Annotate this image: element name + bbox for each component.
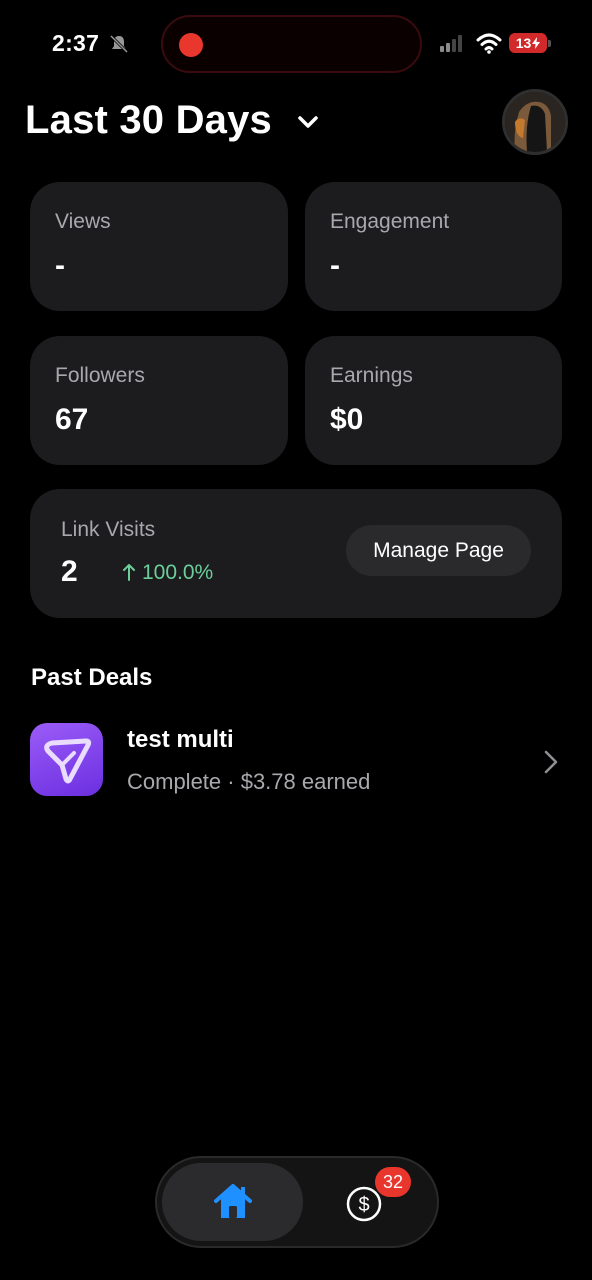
paper-plane-icon (44, 738, 92, 784)
manage-page-button[interactable]: Manage Page (346, 525, 531, 576)
recording-indicator (179, 33, 203, 57)
tab-earnings[interactable]: $ 32 (317, 1163, 432, 1241)
home-icon (214, 1184, 252, 1218)
signal-icon (440, 35, 462, 52)
avatar-image (505, 92, 565, 152)
link-visits-value: 2 (61, 555, 78, 588)
date-range-title[interactable]: Last 30 Days (25, 98, 272, 143)
deal-list-item[interactable]: test multi Complete · $3.78 earned (30, 720, 565, 804)
chevron-down-icon[interactable] (294, 110, 322, 134)
battery-indicator: 13 (509, 33, 551, 53)
views-label: Views (55, 210, 111, 233)
followers-value: 67 (55, 403, 89, 436)
charging-icon (532, 37, 541, 49)
past-deals-title: Past Deals (31, 664, 153, 691)
engagement-card[interactable]: Engagement - (305, 182, 562, 311)
analytics-screen: 2:37 13 Last 30 Days Views - Engagement … (0, 0, 592, 1280)
deal-title: test multi (127, 726, 234, 753)
link-visits-label: Link Visits (61, 518, 156, 541)
engagement-label: Engagement (330, 210, 450, 233)
bell-icon (109, 34, 129, 54)
dynamic-island (161, 15, 422, 73)
wifi-icon (476, 33, 502, 54)
deal-status: Complete · $3.78 earned (127, 769, 371, 794)
link-visits-card: Link Visits 2 100.0% Manage Page (30, 489, 562, 618)
battery-level: 13 (515, 35, 532, 51)
deal-app-icon (30, 723, 103, 796)
chevron-right-icon (544, 750, 558, 774)
avatar[interactable] (502, 89, 568, 155)
link-visits-change: 100.0% (142, 561, 214, 584)
notification-badge: 32 (375, 1167, 411, 1197)
earnings-label: Earnings (330, 364, 413, 387)
views-value: - (55, 249, 65, 282)
earnings-card[interactable]: Earnings $0 (305, 336, 562, 465)
svg-text:$: $ (358, 1194, 369, 1216)
followers-card[interactable]: Followers 67 (30, 336, 288, 465)
views-card[interactable]: Views - (30, 182, 288, 311)
arrow-up-icon (123, 564, 135, 581)
tab-home[interactable] (162, 1163, 303, 1241)
earnings-value: $0 (330, 403, 364, 436)
bottom-tab-bar: $ 32 (155, 1156, 439, 1248)
status-time: 2:37 (52, 30, 100, 56)
engagement-value: - (330, 249, 340, 282)
followers-label: Followers (55, 364, 145, 387)
